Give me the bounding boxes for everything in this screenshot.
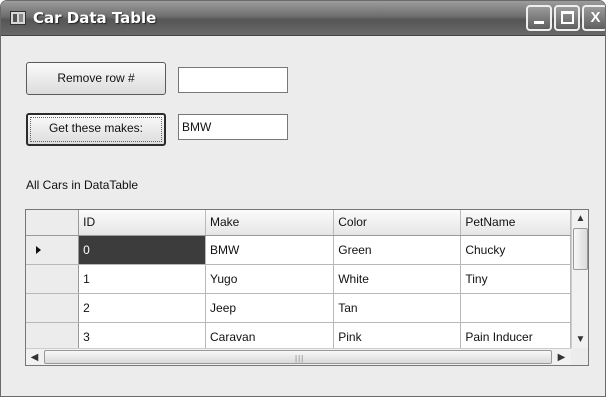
table-cell[interactable]: Tiny bbox=[460, 264, 571, 294]
table-cell[interactable]: Chucky bbox=[460, 235, 571, 265]
minimize-button[interactable] bbox=[526, 5, 552, 31]
title-bar[interactable]: Car Data Table X bbox=[1, 1, 605, 36]
table-cell[interactable]: Pink bbox=[333, 322, 462, 348]
scrollbar-corner bbox=[571, 348, 588, 365]
scroll-grip-icon: ||| bbox=[295, 354, 305, 363]
horizontal-scrollbar[interactable]: ◀ ||| ▶ bbox=[26, 348, 571, 365]
app-window: Car Data Table X Remove row # Get these … bbox=[0, 0, 606, 397]
close-icon: X bbox=[590, 9, 601, 26]
horizontal-scroll-thumb[interactable]: ||| bbox=[44, 350, 552, 364]
table-row[interactable]: 1 Yugo White Tiny bbox=[26, 264, 571, 294]
row-header[interactable] bbox=[26, 293, 80, 323]
vertical-scroll-thumb[interactable] bbox=[573, 228, 588, 270]
scroll-left-icon[interactable]: ◀ bbox=[26, 349, 43, 365]
table-cell[interactable]: 2 bbox=[78, 293, 207, 323]
table-row[interactable]: 2 Jeep Tan bbox=[26, 293, 571, 323]
table-cell[interactable]: 1 bbox=[78, 264, 207, 294]
row-header[interactable] bbox=[26, 235, 80, 265]
scroll-right-icon[interactable]: ▶ bbox=[553, 349, 570, 365]
current-row-arrow-icon bbox=[36, 245, 41, 254]
table-cell[interactable]: White bbox=[333, 264, 462, 294]
close-button[interactable]: X bbox=[582, 5, 605, 31]
grid-viewport: ID Make Color PetName 0 BMW Green Chucky bbox=[26, 210, 571, 348]
cars-table: ID Make Color PetName 0 BMW Green Chucky bbox=[26, 210, 571, 348]
column-header-color[interactable]: Color bbox=[333, 210, 462, 236]
grid-caption: All Cars in DataTable bbox=[26, 178, 139, 192]
table-cell[interactable]: BMW bbox=[205, 235, 335, 265]
column-header-id[interactable]: ID bbox=[78, 210, 207, 236]
column-header-petname[interactable]: PetName bbox=[460, 210, 571, 236]
table-cell[interactable]: Green bbox=[333, 235, 462, 265]
table-cell[interactable]: Yugo bbox=[205, 264, 335, 294]
cars-data-grid[interactable]: ID Make Color PetName 0 BMW Green Chucky bbox=[25, 209, 589, 366]
table-cell[interactable] bbox=[460, 293, 571, 323]
remove-row-input[interactable] bbox=[178, 67, 288, 93]
window-title: Car Data Table bbox=[33, 9, 157, 27]
scroll-up-icon[interactable]: ▲ bbox=[572, 210, 588, 227]
scroll-down-icon[interactable]: ▼ bbox=[572, 331, 588, 348]
table-cell[interactable]: Tan bbox=[333, 293, 462, 323]
row-header[interactable] bbox=[26, 264, 80, 294]
header-row: ID Make Color PetName bbox=[26, 210, 571, 236]
table-cell[interactable]: 0 bbox=[78, 235, 207, 265]
vertical-scrollbar[interactable]: ▲ ▼ bbox=[571, 210, 588, 348]
table-row[interactable]: 0 BMW Green Chucky bbox=[26, 235, 571, 265]
minimize-icon bbox=[534, 21, 544, 24]
table-cell[interactable]: Jeep bbox=[205, 293, 335, 323]
table-row[interactable]: 3 Caravan Pink Pain Inducer bbox=[26, 322, 571, 348]
table-cell[interactable]: Pain Inducer bbox=[460, 322, 571, 348]
table-cell[interactable]: 3 bbox=[78, 322, 207, 348]
get-makes-button-label: Get these makes: bbox=[48, 121, 144, 135]
maximize-icon bbox=[561, 11, 574, 24]
table-cell[interactable]: Caravan bbox=[205, 322, 335, 348]
column-header-make[interactable]: Make bbox=[205, 210, 335, 236]
maximize-button[interactable] bbox=[554, 5, 580, 31]
corner-header[interactable] bbox=[26, 210, 80, 236]
row-header[interactable] bbox=[26, 322, 80, 348]
remove-row-button[interactable]: Remove row # bbox=[26, 62, 166, 95]
app-icon[interactable] bbox=[10, 11, 26, 25]
get-makes-button[interactable]: Get these makes: bbox=[26, 113, 166, 146]
make-input[interactable]: BMW bbox=[178, 114, 288, 140]
